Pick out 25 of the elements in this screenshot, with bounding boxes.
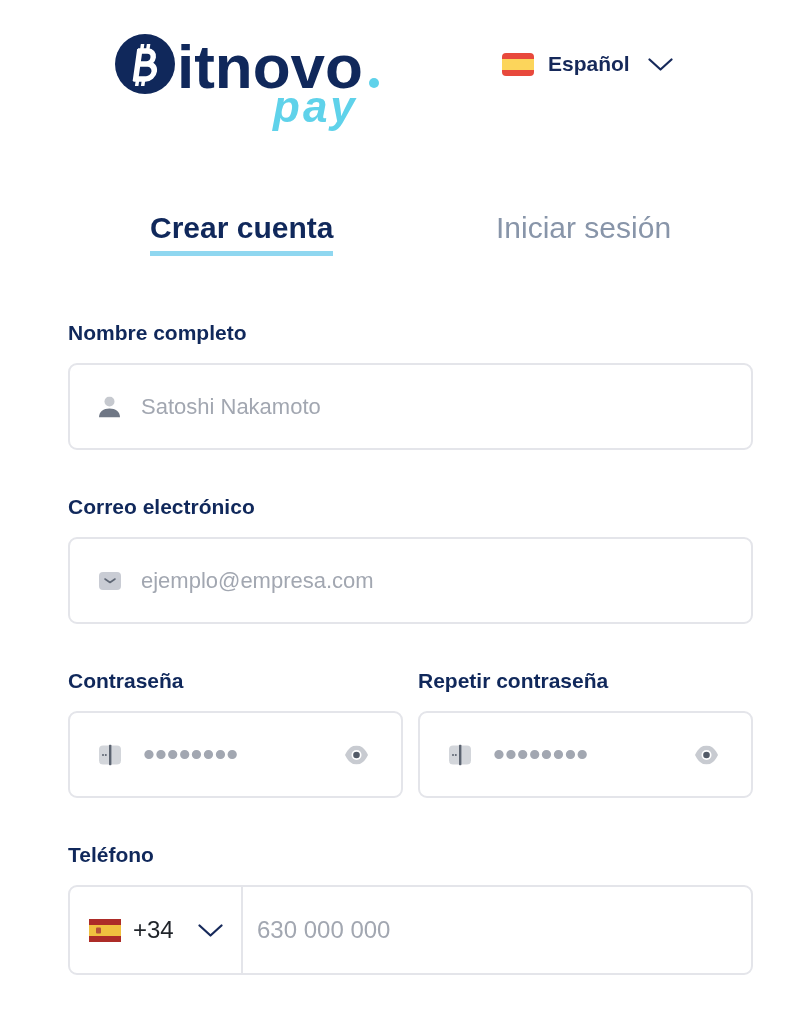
password-field[interactable]: •••••••• — [418, 711, 753, 798]
person-icon — [99, 396, 120, 417]
password-field[interactable]: •••••••• — [68, 711, 403, 798]
tab[interactable]: Crear cuenta — [150, 211, 334, 256]
logo-wordmark: itnovo — [177, 40, 363, 94]
eye-icon[interactable] — [345, 745, 368, 764]
phone-number-input[interactable]: 630 000 000 — [243, 887, 751, 973]
flag-icon — [89, 918, 121, 942]
language-dropdown[interactable]: Español — [502, 50, 673, 78]
logo-tagline: pay — [272, 94, 358, 131]
phone-field[interactable]: +34 630 000 000 — [68, 885, 753, 975]
chevron-down-icon — [647, 57, 673, 71]
email-field[interactable]: ejemplo@empresa.com — [68, 537, 753, 624]
country-code-dropdown[interactable]: +34 — [70, 887, 243, 973]
eye-icon[interactable] — [695, 745, 718, 764]
flag-icon — [502, 52, 534, 76]
chevron-down-icon — [197, 923, 223, 937]
coin-logo-icon — [115, 34, 175, 94]
field-label: Contraseña — [68, 669, 184, 693]
field-label: Teléfono — [68, 843, 154, 867]
field-label: Nombre completo — [68, 321, 247, 345]
text-field[interactable]: Satoshi Nakamoto — [68, 363, 753, 450]
logo-dot-icon — [369, 78, 379, 88]
field-label: Correo electrónico — [68, 495, 255, 519]
field-label: Repetir contraseña — [418, 669, 609, 693]
